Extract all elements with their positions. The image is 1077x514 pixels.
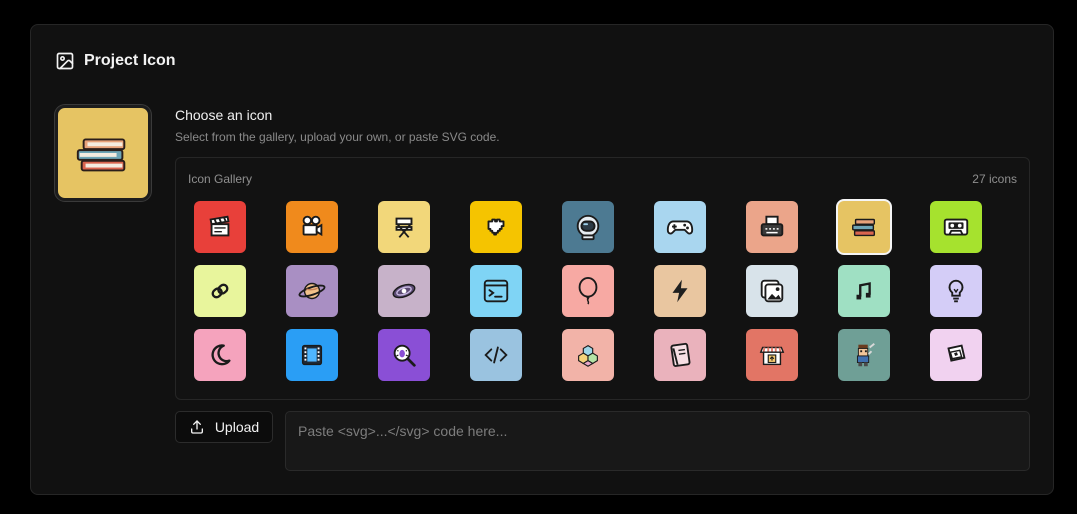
gallery-icon-tile[interactable] <box>930 201 982 253</box>
gallery-icon-tile[interactable] <box>654 329 706 381</box>
pixel-heart-icon <box>487 218 505 236</box>
keycap-icon <box>947 344 966 362</box>
gallery-icon-tile[interactable] <box>562 265 614 317</box>
lightning-icon <box>672 279 688 303</box>
gallery-icon-tile[interactable] <box>654 265 706 317</box>
chain-link-icon <box>211 283 229 299</box>
icon-gallery: Icon Gallery 27 icons <box>175 157 1030 400</box>
gallery-icon-tile[interactable] <box>470 265 522 317</box>
gallery-icon-tile[interactable] <box>286 265 338 317</box>
code-icon <box>484 346 508 364</box>
gallery-icon-tile[interactable] <box>838 201 890 253</box>
gallery-icon-tile[interactable] <box>286 201 338 253</box>
typewriter-icon <box>760 215 784 237</box>
terminal-icon <box>483 279 509 303</box>
gallery-icon-tile[interactable] <box>746 201 798 253</box>
gallery-icon-tile[interactable] <box>470 201 522 253</box>
clapperboard-icon <box>209 215 230 237</box>
gallery-count: 27 icons <box>972 172 1017 186</box>
gallery-icon-tile[interactable] <box>838 265 890 317</box>
gallery-icon-tile[interactable] <box>930 265 982 317</box>
gallery-icon-tile[interactable] <box>378 201 430 253</box>
image-icon <box>56 52 74 70</box>
gallery-icon-tile[interactable] <box>838 329 890 381</box>
gallery-icon-tile[interactable] <box>746 265 798 317</box>
gallery-icon-tile[interactable] <box>378 329 430 381</box>
project-icon-card: Project Icon Choose an icon Select from … <box>30 24 1054 495</box>
shop-icon <box>759 346 785 366</box>
upload-button[interactable]: Upload <box>175 411 273 443</box>
gallery-icon-tile[interactable] <box>194 265 246 317</box>
gallery-icon-tile[interactable] <box>470 329 522 381</box>
selected-icon-preview <box>55 105 151 201</box>
upload-icon <box>190 420 203 434</box>
pixel-knight-icon <box>856 343 875 367</box>
moon-icon <box>211 344 231 366</box>
film-camera-icon <box>302 215 323 237</box>
gallery-icon-tile[interactable] <box>562 201 614 253</box>
cassette-icon <box>943 218 969 236</box>
bug-search-icon <box>393 344 416 367</box>
card-title: Project Icon <box>84 52 176 69</box>
gallery-icon-tile[interactable] <box>194 329 246 381</box>
astronaut-helmet-icon <box>576 214 600 241</box>
choose-icon-subtitle: Select from the gallery, upload your own… <box>175 130 500 144</box>
gallery-icon-tile[interactable] <box>194 201 246 253</box>
planet-icon <box>298 282 326 300</box>
directors-chair-icon <box>395 217 413 238</box>
gallery-icon-tile[interactable] <box>562 329 614 381</box>
books-icon <box>76 138 126 172</box>
svg-code-input[interactable] <box>285 411 1030 471</box>
upload-button-label: Upload <box>214 419 260 435</box>
gallery-icon-tile[interactable] <box>654 201 706 253</box>
notebook-icon <box>670 342 691 367</box>
gallery-icon-tile[interactable] <box>930 329 982 381</box>
choose-icon-title: Choose an icon <box>175 107 273 123</box>
icon-grid <box>194 201 982 381</box>
gallery-icon-tile[interactable] <box>286 329 338 381</box>
gallery-label: Icon Gallery <box>188 172 253 186</box>
lightbulb-icon <box>948 279 964 303</box>
card-header: Project Icon <box>55 51 176 71</box>
cubes-icon <box>578 344 598 367</box>
books-icon <box>852 218 876 237</box>
galaxy-icon <box>392 283 416 299</box>
photos-icon <box>760 279 784 303</box>
gallery-icon-tile[interactable] <box>746 329 798 381</box>
balloon-icon <box>578 276 598 305</box>
music-note-icon <box>856 282 871 300</box>
gallery-icon-tile[interactable] <box>378 265 430 317</box>
game-controller-icon <box>666 220 694 235</box>
film-reel-icon <box>301 344 323 366</box>
